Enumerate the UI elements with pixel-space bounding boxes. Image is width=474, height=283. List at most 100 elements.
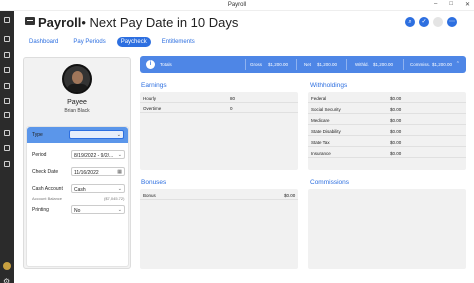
- payee-name: Brian Black: [64, 108, 90, 114]
- type-row: Type ⌄: [27, 127, 128, 143]
- tab-entitlements[interactable]: Entitlements: [158, 37, 199, 47]
- document-icon[interactable]: [4, 112, 10, 118]
- withholding-name: Medicare: [311, 118, 330, 123]
- withholding-value: $0.00: [390, 96, 402, 101]
- user-avatar[interactable]: [3, 262, 11, 270]
- payroll-icon[interactable]: [4, 98, 10, 104]
- withholding-name: State Disability: [311, 129, 341, 134]
- withholding-value: $0.00: [390, 129, 402, 134]
- payroll-app-icon: [25, 17, 35, 25]
- page-title: Payroll• Next Pay Date in 10 Days: [38, 15, 238, 30]
- menu-icon[interactable]: [4, 17, 10, 23]
- earning-value: 0: [230, 106, 233, 111]
- info-icon: i: [146, 60, 155, 69]
- blank-action-button[interactable]: [433, 17, 443, 27]
- withhold-value: $1,200.00: [373, 62, 394, 67]
- bonus-value: $0.00: [284, 193, 296, 198]
- net-label: Net: [304, 62, 312, 67]
- maximize-button[interactable]: □: [449, 1, 453, 8]
- table-row[interactable]: Overtime 0: [140, 104, 298, 113]
- table-row[interactable]: State Tax $0.00: [308, 138, 466, 147]
- earnings-title: Earnings: [141, 82, 167, 89]
- table-row[interactable]: Hourly 80: [140, 94, 298, 103]
- tab-paycheck[interactable]: Paycheck: [116, 37, 151, 47]
- window-title: Payroll: [227, 2, 247, 8]
- type-select[interactable]: ⌄: [69, 130, 124, 139]
- tab-pay-periods[interactable]: Pay Periods: [69, 37, 109, 47]
- withholdings-title: Withholdings: [310, 82, 348, 89]
- withholding-name: Insurance: [311, 151, 331, 156]
- bonus-name: Bonus: [143, 193, 156, 198]
- paycheck-form: Type ⌄ Period 8/19/2022 - 9/2/... ⌄ Check…: [26, 126, 129, 267]
- withholding-name: Federal: [311, 96, 327, 101]
- window-titlebar: Payroll – □ ✕: [0, 0, 474, 11]
- earning-name: Overtime: [143, 106, 162, 111]
- earnings-panel: Hourly 80 Overtime 0: [140, 92, 298, 170]
- table-row[interactable]: Federal $0.00: [308, 94, 466, 103]
- bonuses-panel: Bonus $0.00: [140, 189, 298, 269]
- gross-value: $1,200.00: [268, 62, 289, 67]
- withholding-name: Social Security: [311, 107, 341, 112]
- tab-bar: Dashboard Pay Periods Paycheck Entitleme…: [25, 37, 199, 47]
- chevron-down-icon: ⌄: [117, 152, 122, 158]
- gross-label: Gross: [250, 62, 263, 67]
- commiss-value: $1,200.00: [432, 62, 453, 67]
- table-row[interactable]: State Disability $0.00: [308, 127, 466, 136]
- table-row[interactable]: Insurance $0.00: [308, 149, 466, 158]
- calendar-icon: ▦: [117, 169, 122, 175]
- withholdings-panel: Federal $0.00 Social Security $0.00 Medica…: [308, 92, 466, 170]
- cash-account-select[interactable]: Cash ⌄: [71, 184, 125, 193]
- period-select[interactable]: 8/19/2022 - 9/2/... ⌄: [71, 150, 125, 159]
- earning-name: Hourly: [143, 96, 157, 101]
- page-subtitle: • Next Pay Date in 10 Days: [81, 15, 239, 30]
- chevron-up-icon[interactable]: ⌃: [456, 61, 460, 67]
- account-balance-value: ($7,045.72): [104, 196, 125, 201]
- gear-icon[interactable]: ⚙: [3, 277, 10, 283]
- sidebar: ⚙: [0, 11, 14, 283]
- earning-value: 80: [230, 96, 236, 101]
- check-date-label: Check Date: [32, 169, 59, 175]
- tab-dashboard[interactable]: Dashboard: [25, 37, 62, 47]
- more-options-icon[interactable]: ⋯: [447, 17, 457, 27]
- printing-label: Printing: [32, 207, 49, 213]
- commiss-label: Commiss.: [410, 62, 430, 67]
- withhold-label: Withld.: [355, 62, 369, 67]
- people-icon[interactable]: [4, 67, 10, 73]
- bonuses-title: Bonuses: [141, 179, 167, 186]
- chevron-down-icon: ⌄: [116, 132, 121, 138]
- calendar-icon[interactable]: [4, 52, 10, 58]
- totals-label: Totals: [160, 62, 172, 67]
- chart-icon[interactable]: [4, 130, 10, 136]
- building-icon[interactable]: [4, 83, 10, 89]
- check-date-picker[interactable]: 11/16/2022 ▦: [71, 167, 125, 176]
- withholding-value: $0.00: [390, 107, 402, 112]
- net-value: $1,200.00: [317, 62, 338, 67]
- dashboard-icon[interactable]: [4, 36, 10, 42]
- close-button[interactable]: ✕: [465, 1, 470, 8]
- printing-select[interactable]: No ⌄: [71, 205, 125, 214]
- page-title-app: Payroll: [38, 15, 82, 30]
- chevron-down-icon: ⌄: [117, 186, 122, 192]
- period-label: Period: [32, 152, 47, 158]
- table-row[interactable]: Social Security $0.00: [308, 105, 466, 114]
- minimize-button[interactable]: –: [434, 1, 437, 8]
- type-label: Type: [32, 132, 43, 138]
- list-icon[interactable]: [4, 145, 10, 151]
- checkmark-icon[interactable]: ✓: [419, 17, 429, 27]
- totals-bar[interactable]: i Totals Gross $1,200.00 Net $1,200.00 W…: [140, 56, 466, 73]
- withholding-value: $0.00: [390, 118, 402, 123]
- commissions-title: Commissions: [310, 179, 350, 186]
- users-icon[interactable]: [4, 161, 10, 167]
- table-row[interactable]: Medicare $0.00: [308, 116, 466, 125]
- chevron-down-icon: ⌄: [117, 207, 122, 213]
- table-row[interactable]: Bonus $0.00: [140, 191, 298, 200]
- commissions-panel: [308, 189, 466, 269]
- payee-photo: [62, 64, 92, 94]
- withholding-value: $0.00: [390, 140, 402, 145]
- cash-account-label: Cash Account: [32, 186, 63, 192]
- withholding-value: $0.00: [390, 151, 402, 156]
- search-icon[interactable]: ⌕: [405, 17, 415, 27]
- payee-panel: Payee Brian Black Type ⌄ Period 8/19/202…: [23, 57, 131, 269]
- withholding-name: State Tax: [311, 140, 330, 145]
- payee-heading: Payee: [67, 99, 87, 106]
